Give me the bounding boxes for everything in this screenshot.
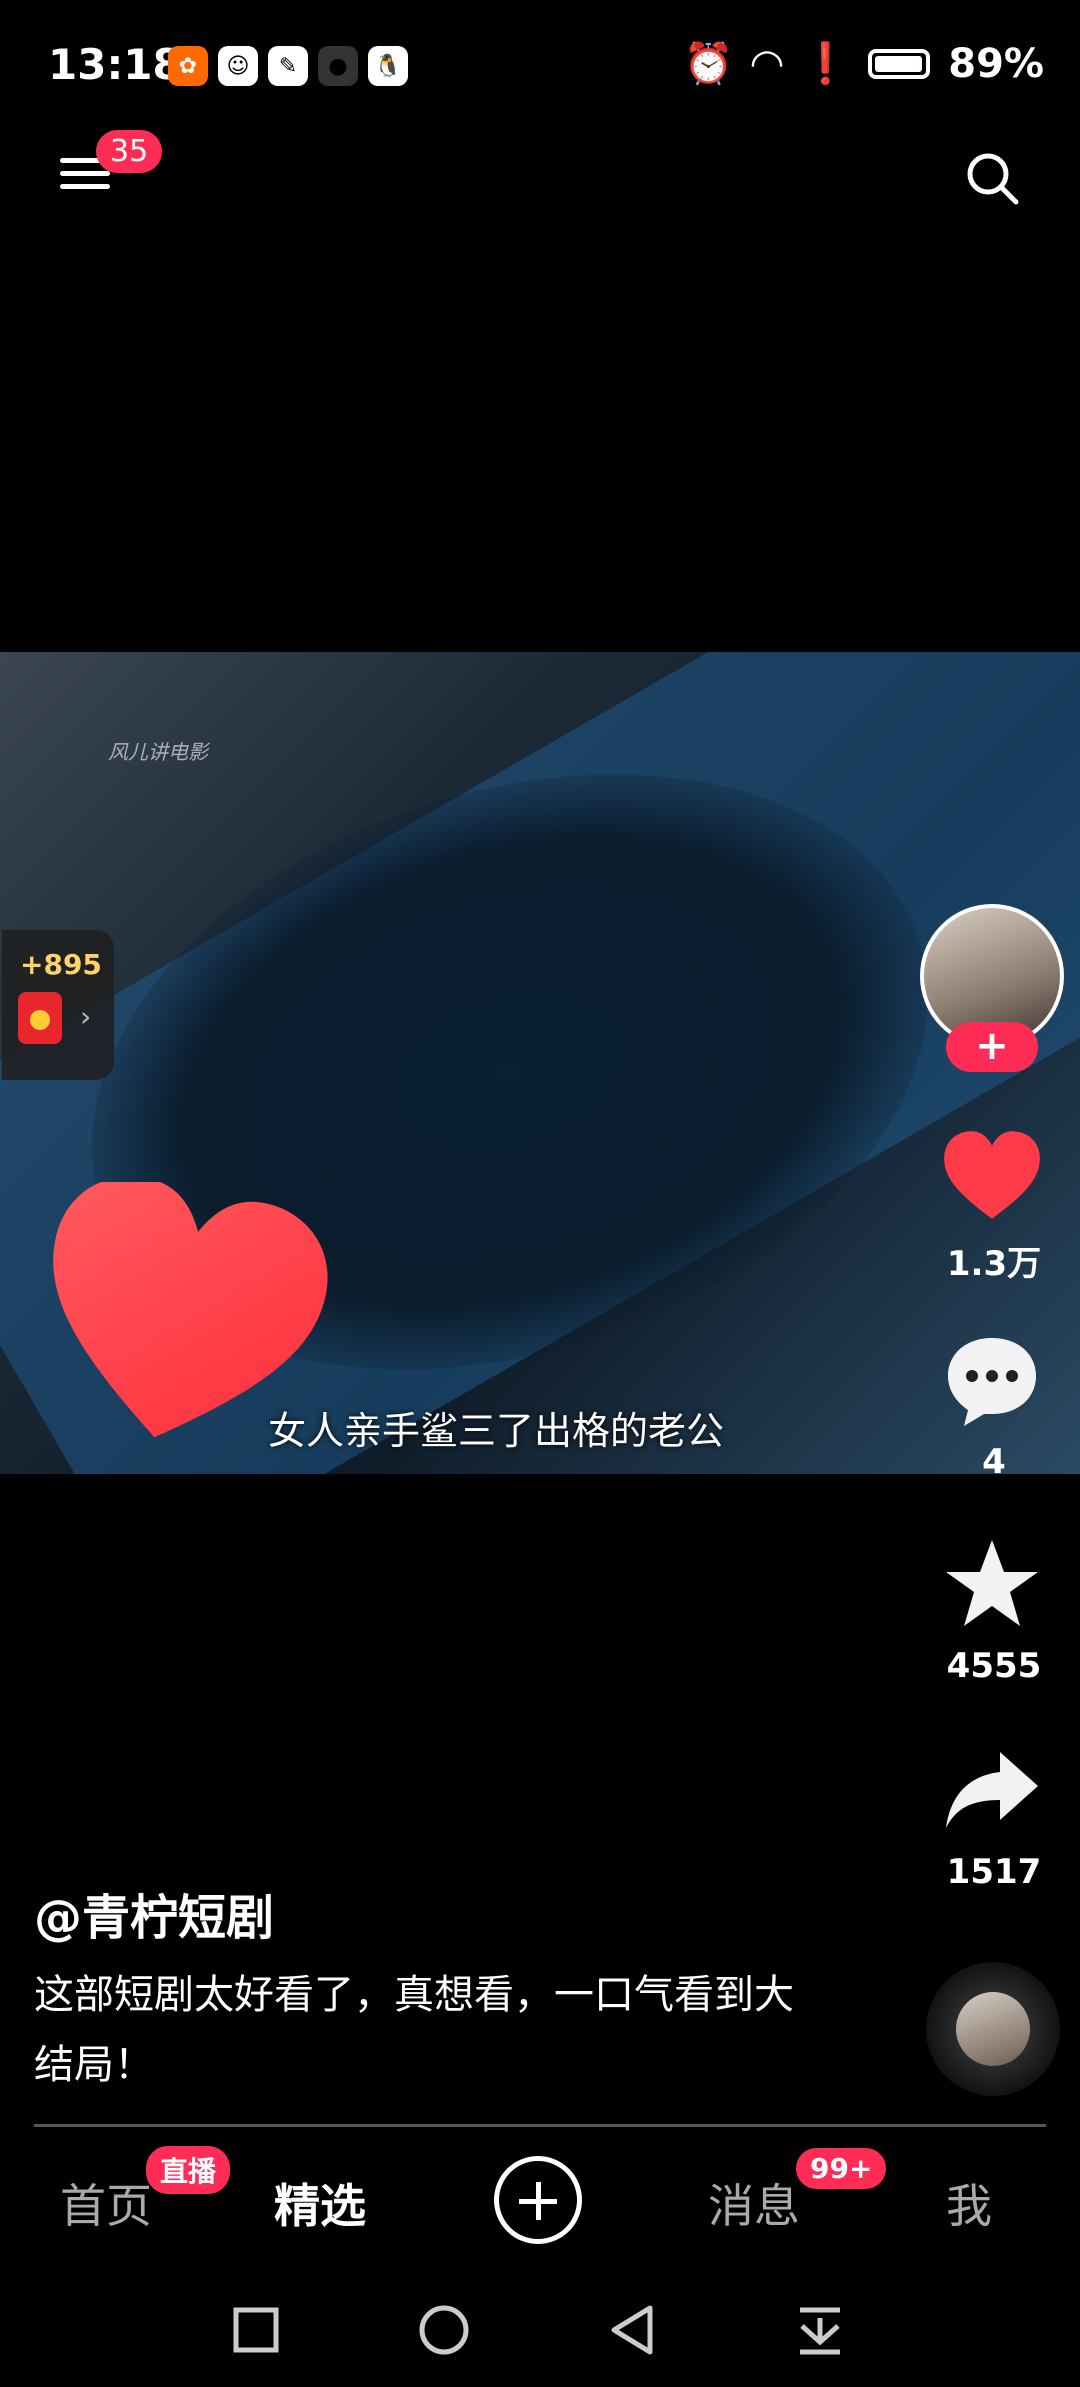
battery-percent: 89% [948,40,1044,87]
music-cover [956,1992,1030,2066]
follow-button[interactable]: + [946,1022,1038,1072]
red-envelope-icon [18,992,62,1044]
status-time: 13:18 [48,40,182,89]
video-player[interactable]: 风儿讲电影 女人亲手鲨三了出格的老公 [0,652,1080,1474]
system-navigation-bar [0,2290,1080,2370]
live-badge: 直播 [146,2146,231,2194]
share-count: 1517 [946,1852,1042,1892]
wifi-icon: ◠ [751,40,783,87]
alert-icon: ❗ [800,41,851,87]
tab-home[interactable]: 首页 [60,2170,152,2236]
menu-badge: 35 [96,130,163,173]
reward-count: +895 [20,948,102,981]
battery-icon [868,48,931,79]
assistant-icon: ☺ [218,46,258,86]
author-name[interactable]: @青柠短剧 [34,1878,274,1948]
notes-icon: ✎ [268,46,308,86]
recent-apps-icon[interactable] [226,2300,286,2360]
search-icon[interactable] [964,150,1020,206]
comment-count: 4 [982,1442,1006,1482]
status-app-icons: ✿ ☺ ✎ ● 🐧 [168,46,408,86]
chevron-right-icon: › [80,1000,92,1033]
camera-icon: ● [318,46,358,86]
share-arrow-icon[interactable] [940,1742,1044,1838]
taobao-icon: ✿ [168,46,208,86]
post-description: 这部短剧太好看了，真想看，一口气看到大结局！ [34,1972,794,2088]
video-progress-bar[interactable] [34,2124,1046,2127]
create-post-button[interactable] [494,2156,582,2244]
back-triangle-icon[interactable] [602,2300,662,2360]
messages-badge: 99+ [796,2148,887,2189]
tab-me[interactable]: 我 [946,2170,992,2236]
like-heart-icon[interactable] [940,1128,1044,1224]
tab-featured[interactable]: 精选 [274,2170,366,2236]
video-watermark: 风儿讲电影 [108,740,208,764]
alarm-icon: ⏰ [683,41,734,87]
qq-icon: 🐧 [368,46,408,86]
favorite-star-icon[interactable] [940,1536,1044,1632]
music-disc[interactable] [926,1962,1060,2096]
like-count: 1.3万 [946,1244,1042,1284]
video-subtitle: 女人亲手鲨三了出格的老公 [268,1409,725,1453]
comment-icon[interactable] [940,1332,1044,1428]
notification-pull-icon[interactable] [790,2300,850,2360]
status-bar: 13:18 ✿ ☺ ✎ ● 🐧 ⏰ ◠ ❗ 89% [0,0,1080,135]
reward-widget[interactable]: +895 › [2,930,114,1080]
bottom-tab-bar: 首页 直播 精选 消息 99+ 我 [0,2140,1080,2260]
home-circle-icon[interactable] [414,2300,474,2360]
tab-messages[interactable]: 消息 [708,2170,800,2236]
favorite-count: 4555 [946,1646,1042,1686]
status-right: ⏰ ◠ ❗ 89% [683,40,1044,88]
